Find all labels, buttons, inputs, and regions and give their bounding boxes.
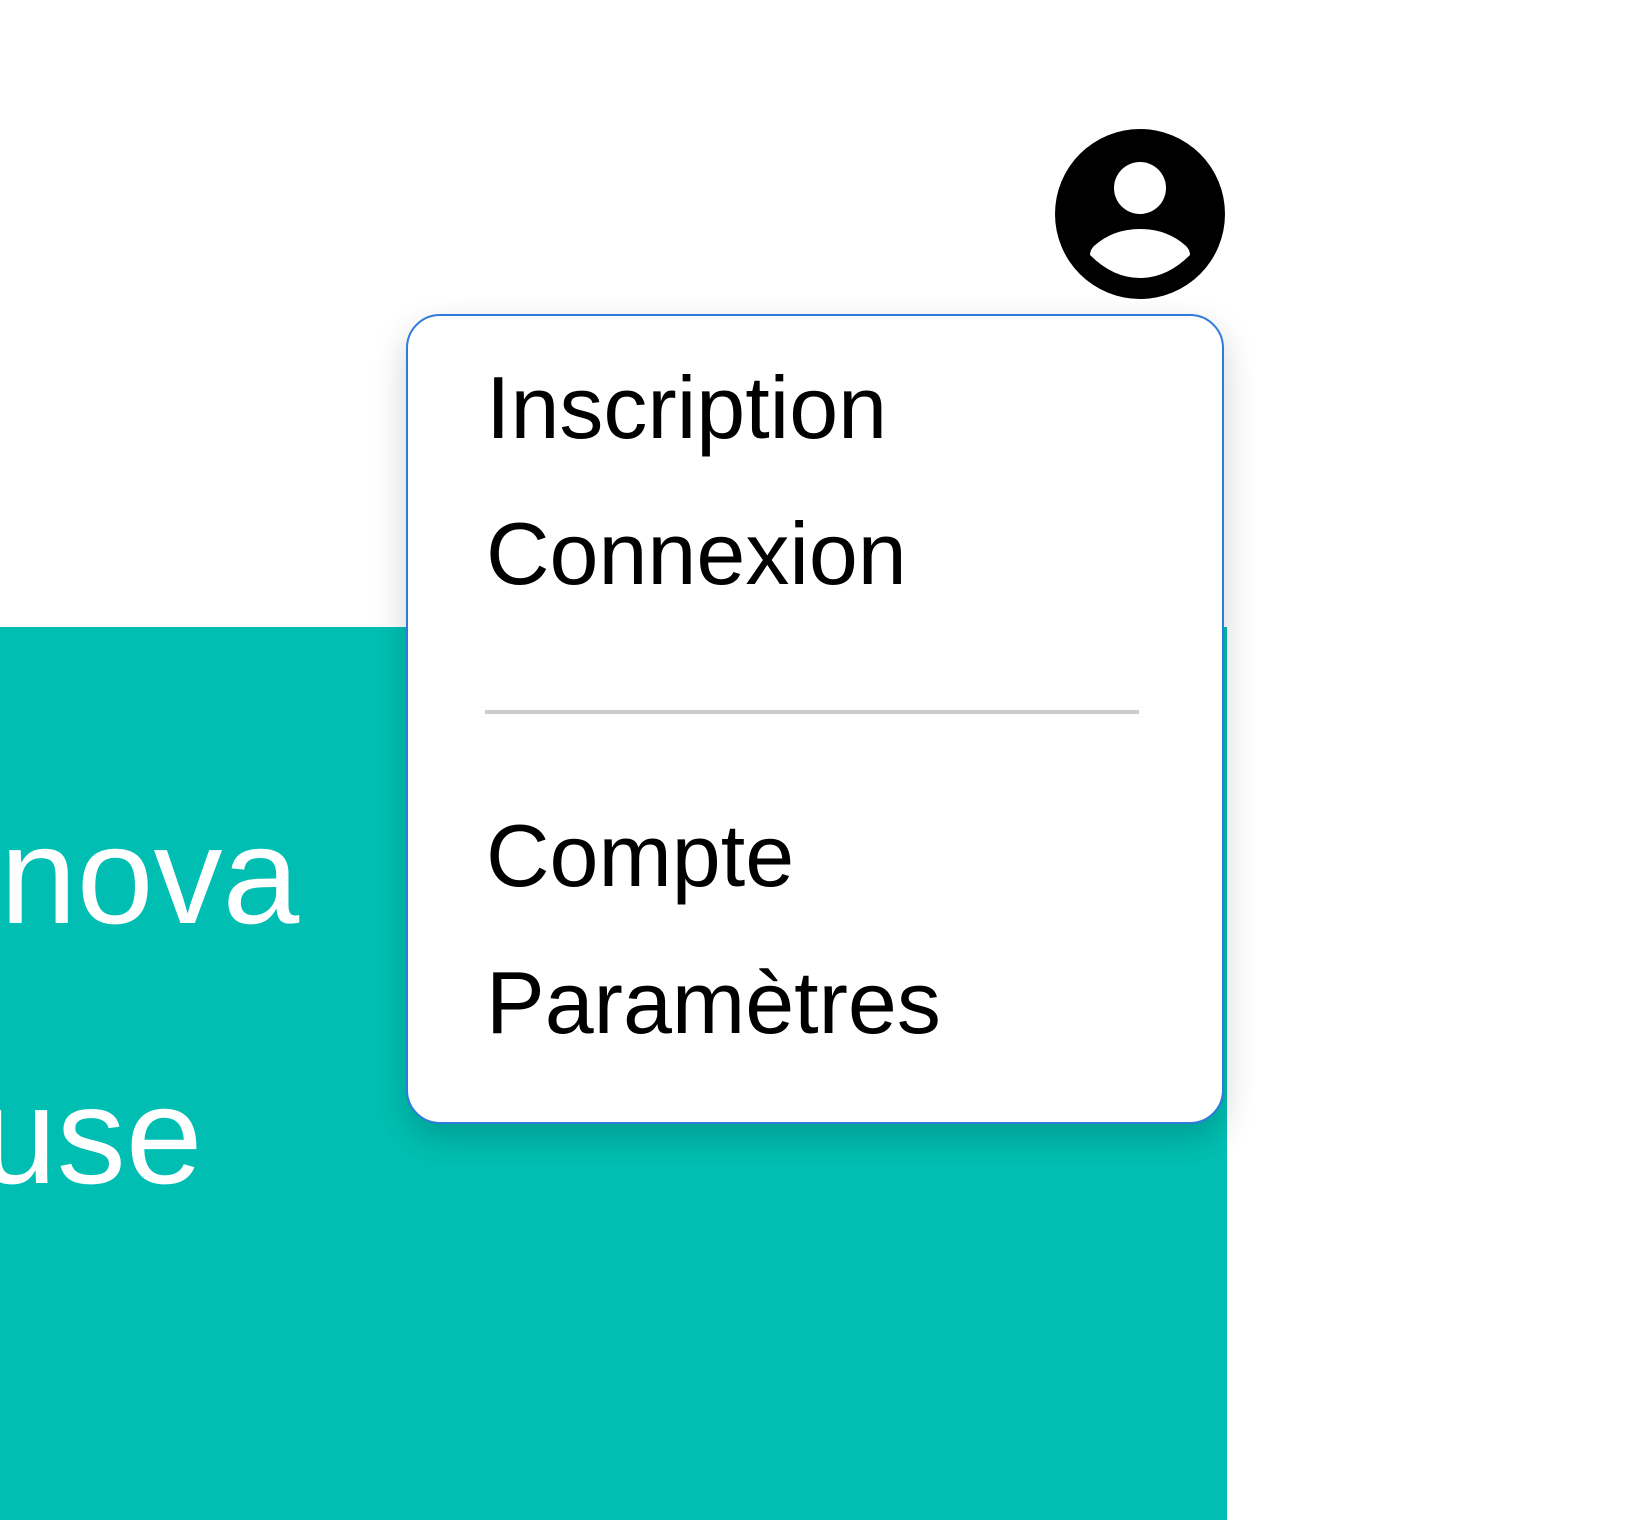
page: nova use Inscription Connexion Compte Pa… [0, 0, 1638, 1520]
hero-title-line-2: use [0, 1059, 203, 1213]
menu-divider [485, 710, 1139, 714]
menu-item-parametres[interactable]: Paramètres [486, 959, 941, 1047]
menu-item-compte[interactable]: Compte [486, 812, 794, 900]
user-menu-button[interactable] [1055, 129, 1225, 299]
menu-item-inscription[interactable]: Inscription [486, 364, 887, 452]
menu-item-connexion[interactable]: Connexion [486, 510, 907, 598]
account-circle-icon [1055, 129, 1225, 299]
user-dropdown-menu: Inscription Connexion Compte Paramètres [406, 314, 1224, 1124]
hero-title-line-1: nova [0, 799, 300, 953]
